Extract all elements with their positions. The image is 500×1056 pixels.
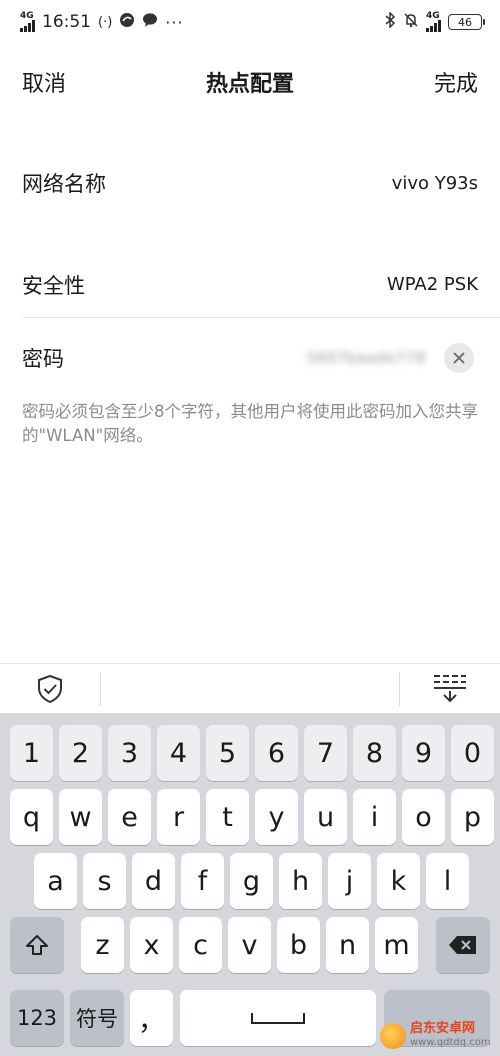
backspace-icon[interactable] bbox=[436, 917, 490, 973]
watermark-cn: 启东安卓网 bbox=[410, 1021, 476, 1036]
security-label: 安全性 bbox=[22, 273, 85, 298]
key-p[interactable]: p bbox=[451, 789, 494, 845]
key-v[interactable]: v bbox=[228, 917, 271, 973]
signal-bars-2-icon bbox=[426, 20, 441, 32]
clock: 16:51 bbox=[42, 12, 91, 32]
key-f[interactable]: f bbox=[181, 853, 224, 909]
key-1[interactable]: 1 bbox=[10, 725, 53, 781]
key-c[interactable]: c bbox=[179, 917, 222, 973]
battery-level: 46 bbox=[458, 15, 472, 29]
key-4[interactable]: 4 bbox=[157, 725, 200, 781]
status-bar-right: 4G 46 bbox=[384, 11, 485, 32]
password-row[interactable]: 密码 5697baade778 bbox=[22, 326, 500, 390]
status-bar-left: 4G 16:51 (·) ··· bbox=[20, 12, 184, 32]
key-b[interactable]: b bbox=[277, 917, 320, 973]
key-comma[interactable]: ， bbox=[130, 990, 173, 1046]
key-6[interactable]: 6 bbox=[255, 725, 298, 781]
key-123[interactable]: 123 bbox=[10, 990, 64, 1046]
watermark-text: 启东安卓网 www.qdtdq.com bbox=[410, 1022, 491, 1050]
nav-header: 取消 热点配置 完成 bbox=[0, 52, 500, 112]
security-value[interactable]: WPA2 PSK bbox=[387, 274, 478, 295]
shift-icon[interactable] bbox=[10, 917, 64, 973]
app-notification-icon bbox=[119, 12, 135, 32]
key-u[interactable]: u bbox=[304, 789, 347, 845]
network-name-row[interactable]: 网络名称 vivo Y93s bbox=[22, 150, 500, 216]
key-a[interactable]: a bbox=[34, 853, 77, 909]
toolbar-divider bbox=[100, 671, 101, 706]
key-n[interactable]: n bbox=[326, 917, 369, 973]
key-s[interactable]: s bbox=[83, 853, 126, 909]
key-o[interactable]: o bbox=[402, 789, 445, 845]
key-w[interactable]: w bbox=[59, 789, 102, 845]
key-h[interactable]: h bbox=[279, 853, 322, 909]
password-label: 密码 bbox=[22, 347, 64, 371]
watermark-logo-icon bbox=[380, 1023, 406, 1049]
cell-signal: 4G bbox=[20, 12, 35, 32]
keyboard-toolbar bbox=[0, 663, 500, 713]
number-row: 1 2 3 4 5 6 7 8 9 0 bbox=[0, 725, 500, 781]
key-x[interactable]: x bbox=[130, 917, 173, 973]
hotspot-icon: (·) bbox=[98, 14, 113, 30]
more-notifications-icon: ··· bbox=[165, 12, 184, 32]
status-bar: 4G 16:51 (·) ··· 4G 46 bbox=[0, 0, 500, 44]
key-t[interactable]: t bbox=[206, 789, 249, 845]
key-2[interactable]: 2 bbox=[59, 725, 102, 781]
network-name-label: 网络名称 bbox=[22, 172, 106, 196]
network-type-2: 4G bbox=[426, 11, 440, 21]
done-button[interactable]: 完成 bbox=[434, 66, 478, 98]
key-q[interactable]: q bbox=[10, 789, 53, 845]
key-8[interactable]: 8 bbox=[353, 725, 396, 781]
key-l[interactable]: l bbox=[426, 853, 469, 909]
key-z[interactable]: z bbox=[81, 917, 124, 973]
battery-icon: 46 bbox=[448, 14, 485, 30]
key-m[interactable]: m bbox=[375, 917, 418, 973]
key-j[interactable]: j bbox=[328, 853, 371, 909]
key-d[interactable]: d bbox=[132, 853, 175, 909]
watermark-url: www.qdtdq.com bbox=[410, 1037, 491, 1048]
key-r[interactable]: r bbox=[157, 789, 200, 845]
key-3[interactable]: 3 bbox=[108, 725, 151, 781]
key-5[interactable]: 5 bbox=[206, 725, 249, 781]
key-symbols[interactable]: 符号 bbox=[70, 990, 124, 1046]
key-k[interactable]: k bbox=[377, 853, 420, 909]
key-9[interactable]: 9 bbox=[402, 725, 445, 781]
key-i[interactable]: i bbox=[353, 789, 396, 845]
password-field[interactable]: 5697baade778 bbox=[286, 343, 474, 373]
qwerty-row: q w e r t y u i o p bbox=[0, 789, 500, 845]
key-y[interactable]: y bbox=[255, 789, 298, 845]
network-type: 4G bbox=[20, 11, 34, 21]
security-row[interactable]: 安全性 WPA2 PSK bbox=[22, 252, 500, 318]
password-hint: 密码必须包含至少8个字符，其他用户将使用此密码加入您共享的"WLAN"网络。 bbox=[22, 402, 478, 445]
key-e[interactable]: e bbox=[108, 789, 151, 845]
clear-icon[interactable] bbox=[444, 343, 474, 373]
key-0[interactable]: 0 bbox=[451, 725, 494, 781]
zxcv-row: z x c v b n m bbox=[0, 917, 500, 973]
cancel-button[interactable]: 取消 bbox=[22, 66, 66, 98]
page-title: 热点配置 bbox=[205, 72, 294, 97]
keyboard: 1 2 3 4 5 6 7 8 9 0 q w e r t y u i o p … bbox=[0, 713, 500, 1056]
key-g[interactable]: g bbox=[230, 853, 273, 909]
network-name-value[interactable]: vivo Y93s bbox=[392, 173, 478, 194]
message-icon bbox=[142, 12, 158, 32]
mute-bell-icon bbox=[403, 12, 419, 32]
key-7[interactable]: 7 bbox=[304, 725, 347, 781]
password-input[interactable]: 5697baade778 bbox=[286, 349, 426, 367]
cell-signal-2: 4G bbox=[426, 12, 441, 32]
space-bar[interactable] bbox=[180, 990, 376, 1046]
bluetooth-icon bbox=[384, 11, 396, 32]
signal-bars-icon bbox=[20, 20, 35, 32]
keyboard-collapse-icon[interactable] bbox=[400, 664, 500, 714]
watermark: 启东安卓网 www.qdtdq.com bbox=[380, 1016, 500, 1056]
shield-check-icon[interactable] bbox=[0, 664, 100, 714]
asdf-row: a s d f g h j k l bbox=[0, 853, 500, 909]
